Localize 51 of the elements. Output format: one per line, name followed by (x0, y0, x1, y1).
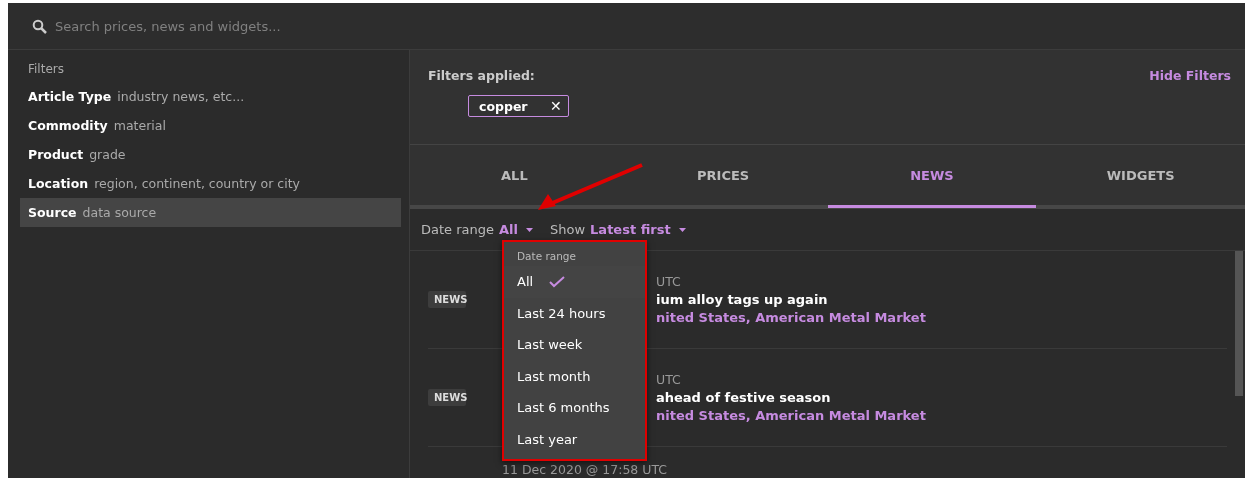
filter-label: Source (28, 205, 77, 220)
filter-item[interactable]: Source data source (20, 198, 401, 227)
date-range-select[interactable]: All (499, 222, 533, 237)
filter-item[interactable]: Product grade (20, 140, 401, 169)
menu-option[interactable]: All (504, 266, 645, 298)
tab[interactable]: WIDGETS (1036, 145, 1245, 208)
scrollbar[interactable] (1235, 251, 1243, 396)
filter-label: Location (28, 176, 89, 191)
filter-item[interactable]: Article Type industry news, etc... (20, 82, 401, 111)
filter-hint: industry news, etc... (117, 89, 245, 104)
filter-item[interactable]: Commodity material (20, 111, 401, 140)
tab[interactable]: NEWS (827, 145, 1037, 208)
chip-label: copper (479, 98, 528, 114)
filter-item[interactable]: Location region, continent, country or city (20, 169, 401, 198)
article-date: 11 Dec 2020 @ 17:58 UTC (502, 462, 668, 477)
article-title[interactable]: ium alloy tags up again (656, 292, 926, 307)
caret-icon (526, 227, 533, 232)
filters-heading: Filters (28, 62, 65, 76)
arrow-icon (536, 162, 646, 212)
check-icon (549, 275, 566, 288)
article-date: UTC (656, 274, 682, 289)
filter-label: Commodity (28, 118, 108, 133)
tab[interactable]: PRICES (618, 145, 828, 208)
menu-option[interactable]: Last year (504, 423, 645, 455)
menu-heading: Date range (517, 250, 577, 262)
filter-hint: region, continent, country or city (94, 176, 300, 191)
sort-select[interactable]: Latest first (590, 222, 686, 237)
news-tag: NEWS (428, 291, 466, 308)
filter-hint: grade (89, 147, 126, 162)
date-range-label: Date range (421, 222, 494, 237)
search-icon (32, 18, 47, 34)
menu-option[interactable]: Last 24 hours (504, 297, 645, 329)
menu-option[interactable]: Last month (504, 360, 645, 392)
search-field[interactable]: Search prices, news and widgets... (55, 18, 455, 34)
tab[interactable]: ALL (410, 145, 619, 208)
show-label: Show (550, 222, 586, 237)
remove-button[interactable]: ✕ (549, 98, 562, 114)
article-source[interactable]: nited States, American Metal Market (656, 408, 926, 423)
article-title[interactable]: ahead of festive season (656, 390, 926, 405)
menu-option[interactable]: Last week (504, 329, 645, 361)
filters-applied-label: Filters applied: (428, 68, 535, 83)
hide-filters-link[interactable]: Hide Filters (1149, 68, 1231, 83)
filter-hint: data source (82, 205, 157, 220)
article-date: UTC (656, 372, 682, 387)
filter-label: Product (28, 147, 84, 162)
article-source[interactable]: nited States, American Metal Market (656, 310, 926, 325)
news-tag: NEWS (428, 389, 466, 406)
filter-hint: material (113, 118, 166, 133)
menu-option[interactable]: Last 6 months (504, 392, 645, 424)
caret-icon (678, 227, 686, 232)
filter-label: Article Type (28, 89, 112, 104)
